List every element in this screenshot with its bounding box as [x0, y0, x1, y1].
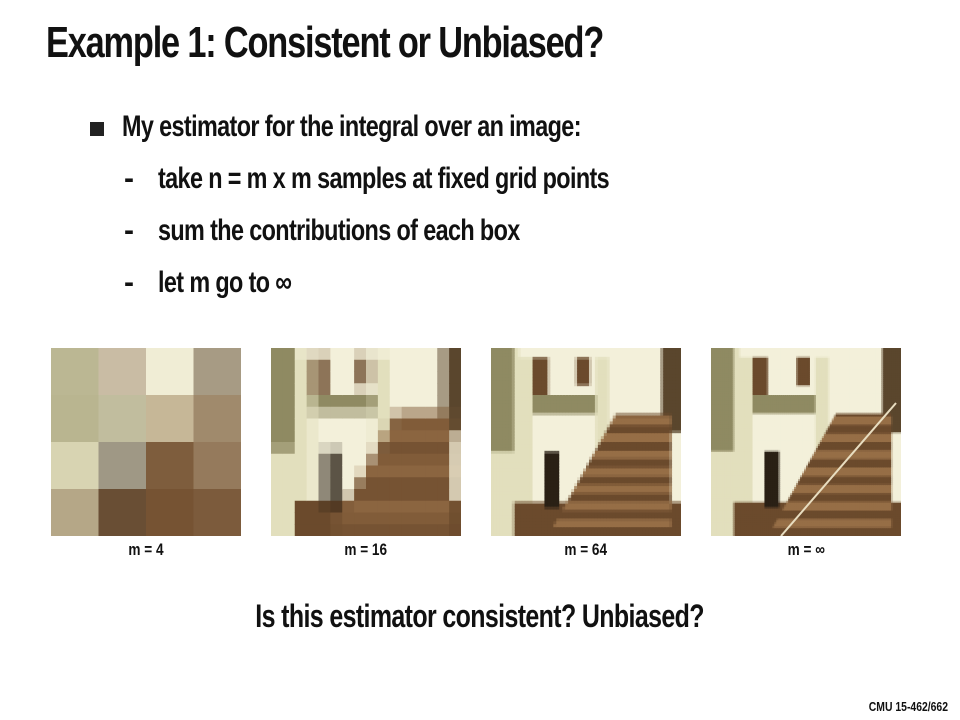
image-caption: m = 4	[128, 540, 164, 559]
square-bullet-icon	[90, 122, 104, 136]
dash-icon: -	[124, 266, 134, 299]
image-caption: m = 16	[344, 540, 388, 559]
question-text: Is this estimator consistent? Unbiased?	[255, 598, 705, 634]
image-caption: m = ∞	[787, 540, 825, 559]
sample-image-m4	[51, 348, 241, 536]
sub-bullet-text: take n = m x m samples at fixed grid poi…	[158, 162, 610, 195]
sub-bullet-text: let m go to ∞	[158, 266, 292, 299]
sub-bullet-text: sum the contributions of each box	[158, 214, 520, 247]
bullet-text: My estimator for the integral over an im…	[122, 110, 581, 143]
image-caption: m = 64	[564, 540, 608, 559]
dash-icon: -	[124, 162, 134, 195]
slide-title: Example 1: Consistent or Unbiased?	[46, 18, 604, 67]
dash-icon: -	[124, 214, 134, 247]
course-footer: CMU 15-462/662	[868, 699, 948, 714]
sample-image-m-infinity	[711, 348, 901, 536]
sample-image-m64	[491, 348, 681, 536]
sample-image-m16	[271, 348, 461, 536]
